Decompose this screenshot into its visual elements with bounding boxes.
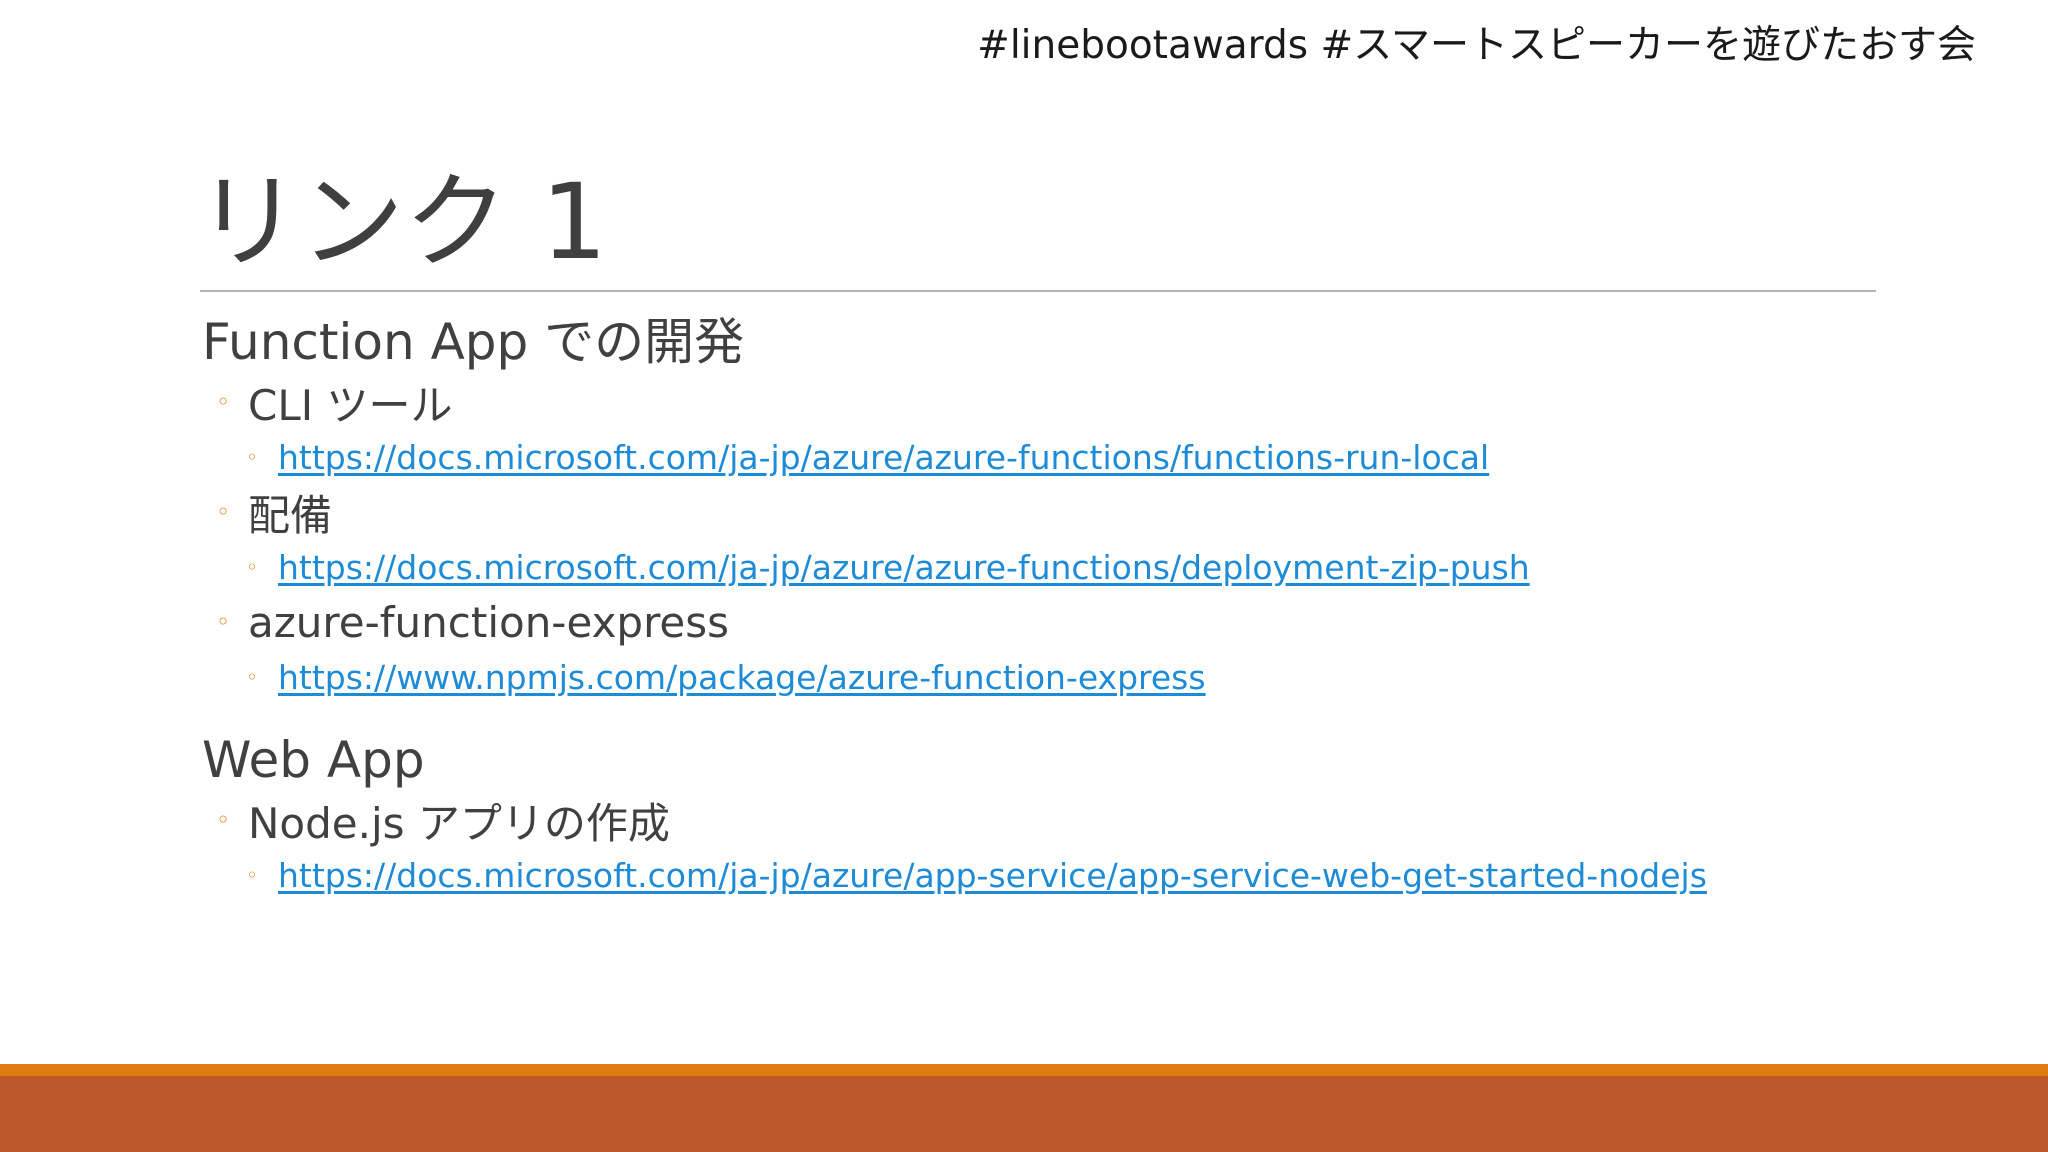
bullet-icon: ◦ bbox=[216, 806, 231, 834]
title-divider bbox=[200, 290, 1876, 292]
link-functions-run-local[interactable]: https://docs.microsoft.com/ja-jp/azure/a… bbox=[278, 438, 1489, 477]
list-item-cli-tool: ◦ CLI ツール bbox=[216, 374, 1920, 430]
list-item-azure-function-express: ◦ azure-function-express bbox=[216, 594, 1920, 650]
footer-accent-stripe bbox=[0, 1064, 2048, 1076]
section-heading-web-app: Web App bbox=[202, 731, 425, 789]
section-heading-function-app: Function App での開発 bbox=[202, 313, 745, 371]
link-app-service-nodejs[interactable]: https://docs.microsoft.com/ja-jp/azure/a… bbox=[278, 856, 1707, 895]
sub-list-item: ◦ https://docs.microsoft.com/ja-jp/azure… bbox=[246, 540, 1920, 594]
sub-list-item: ◦ https://www.npmjs.com/package/azure-fu… bbox=[246, 650, 1920, 704]
link-deployment-zip-push[interactable]: https://docs.microsoft.com/ja-jp/azure/a… bbox=[278, 548, 1530, 587]
item-label: CLI ツール bbox=[248, 380, 453, 430]
sub-list-item: ◦ https://docs.microsoft.com/ja-jp/azure… bbox=[246, 430, 1920, 484]
bullet-icon: ◦ bbox=[246, 863, 258, 887]
bullet-icon: ◦ bbox=[216, 388, 231, 416]
item-label: 配備 bbox=[248, 490, 333, 540]
bullet-icon: ◦ bbox=[216, 608, 231, 636]
slide-title: リンク 1 bbox=[196, 161, 608, 283]
hashtags-header: #linebootawards #スマートスピーカーを遊びたおす会 bbox=[977, 23, 1976, 68]
slide-content: Function App での開発 ◦ CLI ツール ◦ https://do… bbox=[200, 310, 1920, 902]
footer-band bbox=[0, 1076, 2048, 1152]
item-label: azure-function-express bbox=[248, 597, 730, 647]
bullet-icon: ◦ bbox=[246, 445, 258, 469]
bullet-icon: ◦ bbox=[216, 498, 231, 526]
bullet-icon: ◦ bbox=[246, 555, 258, 579]
sub-list-item: ◦ https://docs.microsoft.com/ja-jp/azure… bbox=[246, 848, 1920, 902]
link-npm-azure-function-express[interactable]: https://www.npmjs.com/package/azure-func… bbox=[278, 658, 1206, 697]
item-label: Node.js アプリの作成 bbox=[248, 798, 670, 848]
list-item-nodejs-app: ◦ Node.js アプリの作成 bbox=[216, 792, 1920, 848]
bullet-icon: ◦ bbox=[246, 665, 258, 689]
list-item-deployment: ◦ 配備 bbox=[216, 484, 1920, 540]
